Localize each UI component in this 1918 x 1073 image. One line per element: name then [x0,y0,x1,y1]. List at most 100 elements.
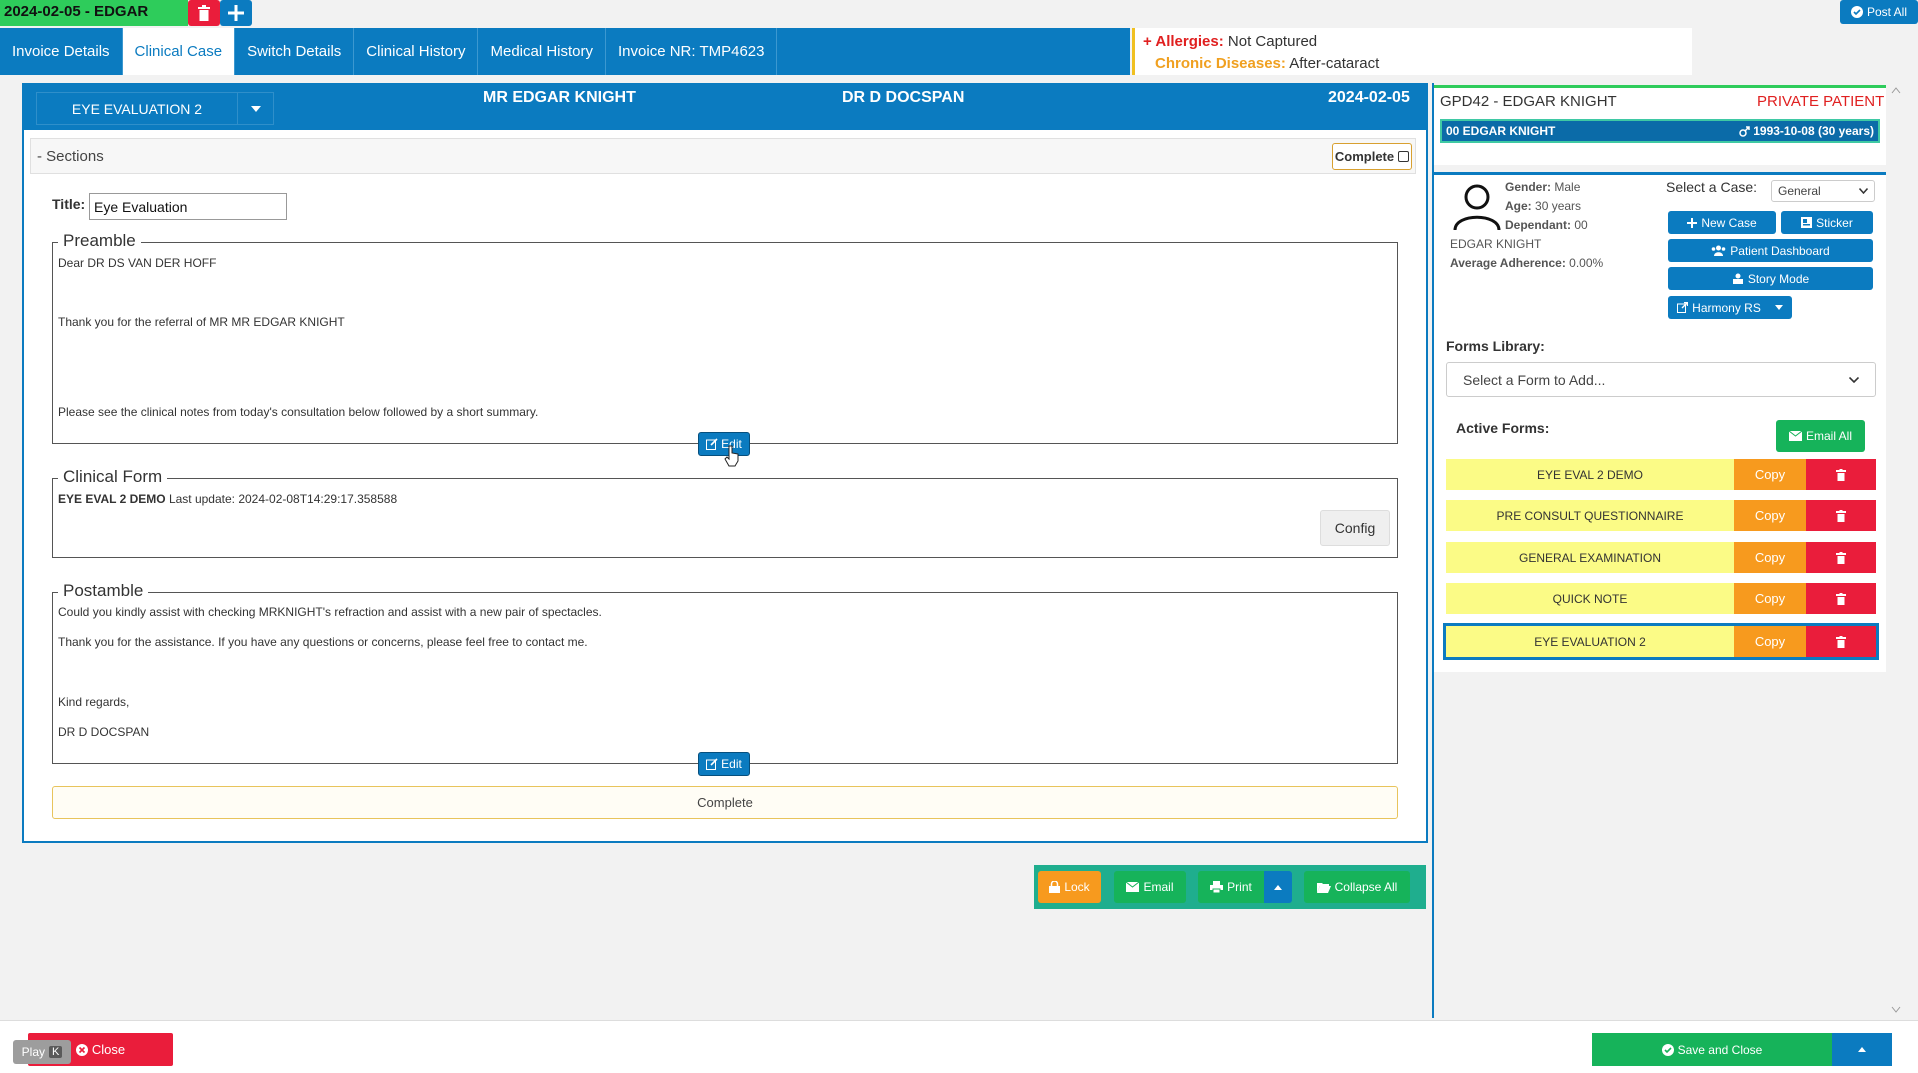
save-options-button[interactable] [1832,1033,1892,1066]
print-button[interactable]: Print [1198,871,1264,903]
complete-checkbox[interactable]: Complete [1332,143,1412,170]
avatar [1452,183,1502,231]
add-case-button[interactable] [220,0,252,26]
adherence-value: 0.00% [1569,256,1604,270]
form-selector-value: EYE EVALUATION 2 [71,100,203,117]
dependant-value: 00 [1574,218,1588,232]
post-all-button[interactable]: Post All [1840,0,1918,24]
users-icon [1711,245,1726,256]
delete-form-button[interactable] [1806,500,1876,531]
tab-clinical-history[interactable]: Clinical History [354,28,479,75]
gender-label: Gender: [1505,180,1552,194]
sidebar-scrollbar[interactable] [1890,85,1902,1015]
mouse-cursor-icon [724,445,740,467]
new-case-button[interactable]: New Case [1668,211,1776,234]
forms-library-placeholder: Select a Form to Add... [1463,371,1606,388]
form-selector[interactable]: EYE EVALUATION 2 [36,92,274,125]
copy-form-button[interactable]: Copy [1734,583,1806,614]
trash-icon [197,5,211,21]
sections-toggle[interactable]: - Sections [30,138,1416,174]
close-label: Close [91,1042,126,1057]
edit-icon [706,758,718,770]
harmony-rs-button[interactable]: Harmony RS [1668,296,1792,319]
postamble-line: Could you kindly assist with checking MR… [58,605,602,619]
copy-form-button[interactable]: Copy [1734,459,1806,490]
forms-library-select[interactable]: Select a Form to Add... [1446,362,1876,397]
delete-form-button[interactable] [1806,542,1876,573]
new-case-label: New Case [1701,215,1757,230]
folder-open-icon [1316,882,1331,893]
allergies-value: Not Captured [1227,33,1318,50]
active-form-name[interactable]: QUICK NOTE [1446,583,1734,614]
check-circle-icon [1661,1043,1674,1056]
edit-postamble-button[interactable]: Edit [698,752,750,776]
title-input[interactable] [89,193,287,220]
active-form-name[interactable]: GENERAL EXAMINATION [1446,542,1734,573]
save-and-close-group: Save and Close [1592,1033,1892,1066]
chronic-diseases-value: After-cataract [1289,55,1380,72]
active-form-row: QUICK NOTE Copy [1446,583,1876,614]
lock-button[interactable]: Lock [1038,871,1101,903]
clinical-form-update: Last update: 2024-02-08T14:29:17.358588 [168,492,398,506]
story-mode-label: Story Mode [1747,271,1810,286]
header-patient-name: MR EDGAR KNIGHT [483,89,636,106]
collapse-all-button[interactable]: Collapse All [1304,871,1410,903]
save-and-close-label: Save and Close [1677,1042,1763,1057]
chevron-down-icon [237,93,273,124]
edit-icon [706,438,718,450]
case-tab[interactable]: 2024-02-05 - EDGAR [0,0,188,26]
copy-form-button[interactable]: Copy [1734,542,1806,573]
clinical-form-legend: Clinical Form [58,467,168,487]
select-case-label: Select a Case: [1666,179,1758,195]
active-form-name[interactable]: PRE CONSULT QUESTIONNAIRE [1446,500,1734,531]
delete-form-button[interactable] [1806,583,1876,614]
delete-form-button[interactable] [1806,459,1876,490]
sticker-label: Sticker [1816,215,1853,230]
print-options-button[interactable] [1264,871,1292,903]
delete-case-button[interactable] [188,0,220,26]
trash-icon [1836,592,1846,605]
trash-icon [1836,468,1846,481]
copy-form-button[interactable]: Copy [1734,500,1806,531]
save-and-close-button[interactable]: Save and Close [1592,1033,1832,1066]
play-key: K [49,1046,63,1058]
tab-medical-history[interactable]: Medical History [478,28,607,75]
active-form-row-selected: EYE EVALUATION 2 Copy [1443,623,1879,660]
lock-label: Lock [1064,880,1090,894]
preamble-line: Please see the clinical notes from today… [58,405,539,419]
trash-icon [1836,509,1846,522]
active-form-row: EYE EVAL 2 DEMO Copy [1446,459,1876,490]
tab-invoice-number[interactable]: Invoice NR: TMP4623 [606,28,778,75]
patient-dashboard-label: Patient Dashboard [1730,243,1830,258]
active-form-name[interactable]: EYE EVALUATION 2 [1446,626,1734,657]
copy-form-button[interactable]: Copy [1734,626,1806,657]
postamble-line: DR D DOCSPAN [58,725,150,739]
email-label: Email [1143,880,1174,894]
harmony-rs-label: Harmony RS [1692,300,1761,315]
story-mode-button[interactable]: Story Mode [1668,267,1873,290]
delete-form-button[interactable] [1806,626,1876,657]
trash-icon [1836,635,1846,648]
tab-clinical-case[interactable]: Clinical Case [122,28,236,75]
checkbox-icon [1398,151,1410,162]
tab-invoice-details[interactable]: Invoice Details [0,28,123,75]
play-shortcut[interactable]: Play K [13,1040,71,1064]
patient-dob: 1993-10-08 (30 years) [1753,124,1874,138]
patient-strip: 00 EDGAR KNIGHT 1993-10-08 (30 years) [1440,119,1880,143]
email-all-button[interactable]: Email All [1776,420,1865,452]
play-label: Play [21,1045,45,1059]
email-button[interactable]: Email [1114,871,1186,903]
plus-icon [1687,217,1698,228]
caret-down-icon [1774,305,1783,310]
config-button[interactable]: Config [1320,510,1390,546]
check-circle-icon [1850,6,1863,18]
active-form-name[interactable]: EYE EVAL 2 DEMO [1446,459,1734,490]
chevron-down-icon [1849,376,1859,383]
tab-switch-details[interactable]: Switch Details [235,28,355,75]
patient-dashboard-button[interactable]: Patient Dashboard [1668,239,1873,262]
sticker-button[interactable]: Sticker [1781,211,1873,234]
complete-button[interactable]: Complete [52,786,1398,819]
clinical-form-fieldset [52,478,1398,558]
case-select[interactable]: General [1771,180,1875,202]
chronic-diseases-label: Chronic Diseases: [1155,55,1286,72]
